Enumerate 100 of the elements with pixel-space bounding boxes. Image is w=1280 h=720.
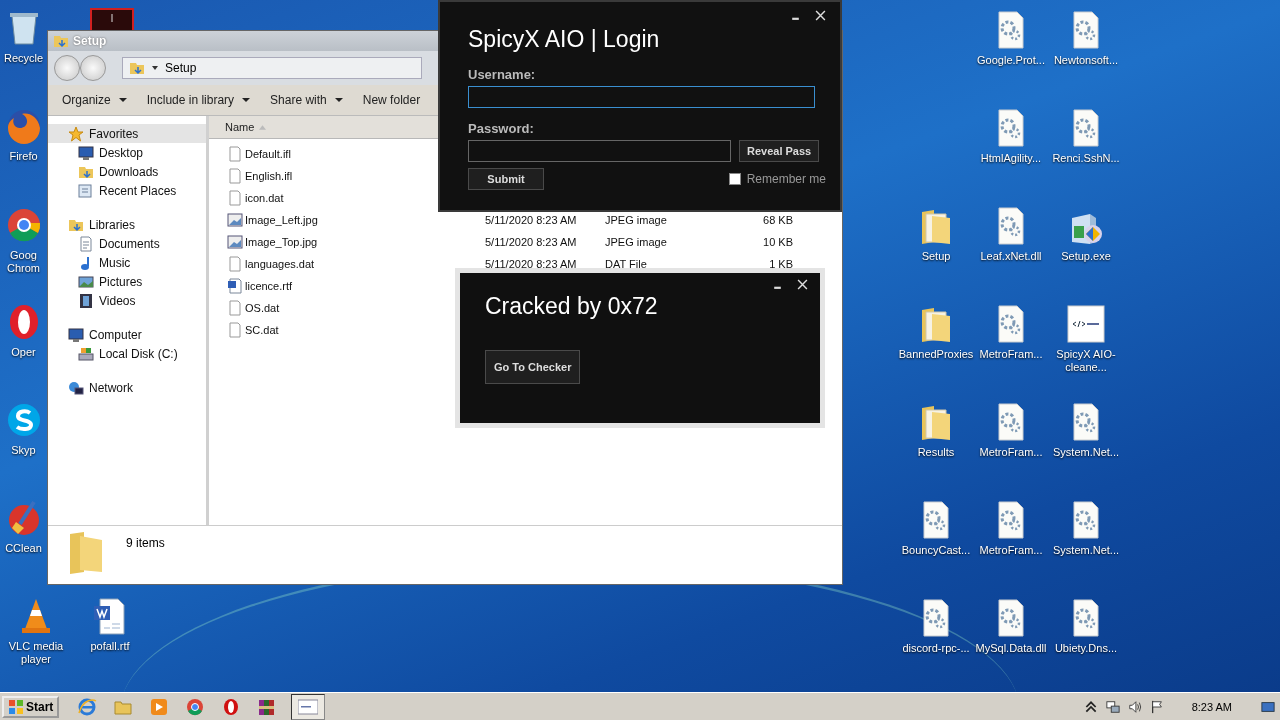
clock[interactable]: 8:23 AM [1191, 701, 1232, 713]
address-bar[interactable]: Setup [122, 57, 422, 79]
file-item[interactable]: Image_Top.jpg [227, 234, 318, 250]
field-label: Username: [468, 67, 537, 82]
file-item[interactable]: Default.ifl [227, 146, 291, 162]
network-icon[interactable] [1105, 700, 1120, 714]
folder-icon [129, 60, 145, 76]
icon-label[interactable]: Goog Chrom [0, 249, 47, 275]
column-header[interactable]: Name [225, 121, 267, 133]
table-cell-text: 10 KB [762, 236, 793, 248]
blank-file-icon [227, 322, 243, 338]
checker-button[interactable]: Go To Checker [485, 350, 581, 384]
icon-label[interactable]: MetroFram... [979, 544, 1043, 557]
icon-label[interactable]: pofall.rtf [90, 640, 130, 653]
field-label: Password: [468, 121, 535, 136]
icon-label[interactable]: Setup [921, 250, 951, 263]
icon-label[interactable]: BannedProxies [898, 348, 974, 361]
table-cell-text: JPEG image [605, 214, 668, 226]
nav-item[interactable]: Local Disk (C:) [48, 344, 206, 363]
file-item[interactable]: icon.dat [227, 190, 284, 206]
folder-icon [53, 33, 69, 49]
icon-label[interactable]: System.Net... [1053, 446, 1119, 459]
icon-label[interactable]: SpicyX AIO-cleane... [1047, 348, 1125, 374]
window-thumbnail[interactable] [298, 697, 319, 717]
nav-item[interactable]: Network [48, 378, 206, 397]
icon-label[interactable]: MetroFram... [979, 446, 1043, 459]
picture-frame-icon [78, 273, 94, 290]
submit-button[interactable]: Submit [468, 168, 544, 190]
table-cell-text: 5/11/2020 8:23 AM [485, 236, 578, 248]
nav-item[interactable]: Desktop [48, 143, 206, 162]
nav-item[interactable]: Recent Places [48, 181, 206, 200]
icon-label[interactable]: MySql.Data.dll [975, 642, 1047, 655]
file-item[interactable]: OS.dat [227, 300, 280, 316]
nav-item[interactable]: Favorites [48, 124, 206, 143]
icon-label[interactable]: Setup.exe [1061, 250, 1111, 263]
toolbar-button[interactable]: Include in library [138, 90, 259, 110]
status-text: 9 items [126, 536, 165, 550]
toolbar-button[interactable]: Share with [262, 90, 351, 110]
close-icon[interactable] [797, 279, 808, 290]
table-cell-text: 68 KB [762, 214, 793, 226]
start-button[interactable]: Start [2, 696, 60, 718]
icon-label[interactable]: Firefo [9, 150, 38, 163]
flag-icon[interactable] [1149, 700, 1164, 714]
icon-label[interactable]: Ubiety.Dns... [1054, 642, 1118, 655]
icon-label[interactable]: Renci.SshN... [1052, 152, 1120, 165]
image-file-icon [227, 212, 243, 228]
icon-label[interactable]: Oper [11, 346, 36, 359]
film-icon [78, 292, 94, 309]
speaker-icon[interactable] [1127, 700, 1142, 714]
nav-item[interactable]: Pictures [48, 272, 206, 291]
app-icon[interactable] [90, 8, 134, 30]
nav-item[interactable]: Computer [48, 325, 206, 344]
file-item[interactable]: English.ifl [227, 168, 293, 184]
icon-label[interactable]: Newtonsoft... [1053, 54, 1119, 67]
password-field[interactable] [468, 140, 731, 162]
checkbox[interactable] [728, 173, 741, 185]
window-title: Setup [73, 34, 107, 48]
icon-label[interactable]: Leaf.xNet.dll [980, 250, 1042, 263]
file-item[interactable]: languages.dat [227, 256, 315, 272]
close-icon[interactable] [815, 10, 826, 21]
nav-item[interactable]: Libraries [48, 215, 206, 234]
icon-label[interactable]: BouncyCast... [901, 544, 971, 557]
network-icon [68, 379, 84, 396]
monitor-icon [78, 144, 94, 161]
icon-label[interactable]: MetroFram... [979, 348, 1043, 361]
icon-label[interactable]: System.Net... [1053, 544, 1119, 557]
reveal-button[interactable]: Reveal Pass [739, 140, 820, 162]
icon-label[interactable]: Recycle [3, 52, 44, 65]
toolbar-button[interactable]: New folder [354, 90, 429, 110]
icon-label[interactable]: VLC media player [0, 640, 72, 666]
document-icon [227, 278, 243, 294]
e-browser-icon[interactable] [77, 697, 98, 717]
file-item[interactable]: licence.rtf [227, 278, 293, 294]
app-logo-icon [1066, 304, 1106, 344]
nav-item[interactable]: Music [48, 253, 206, 272]
icon-label[interactable]: HtmlAgility... [980, 152, 1042, 165]
table-cell-text: JPEG image [605, 236, 668, 248]
sort-icon [259, 124, 267, 130]
checkbox-label[interactable]: Remember me [746, 172, 826, 186]
document-icon [78, 235, 94, 252]
browser-icon[interactable] [185, 697, 206, 717]
monitor-icon [68, 326, 84, 343]
nav-item[interactable]: Downloads [48, 162, 206, 181]
star-icon [68, 125, 84, 142]
file-item[interactable]: Image_Left.jpg [227, 212, 318, 228]
nav-item[interactable]: Documents [48, 234, 206, 253]
blank-file-icon [227, 146, 243, 162]
username-field[interactable] [468, 86, 815, 108]
toolbar-button[interactable]: Organize [54, 90, 135, 110]
file-item[interactable]: SC.dat [227, 322, 279, 338]
image-file-icon [227, 234, 243, 250]
icon-label[interactable]: discord-rpc-... [902, 642, 970, 655]
chevron-up-icon[interactable] [1083, 700, 1098, 714]
table-cell-text: 1 KB [768, 258, 793, 270]
show-desktop-button[interactable] [1260, 700, 1276, 714]
icon-label[interactable]: Results [917, 446, 955, 459]
icon-label[interactable]: Google.Prot... [977, 54, 1045, 67]
icon-label[interactable]: CClean [5, 542, 42, 555]
icon-label[interactable]: Skyp [11, 444, 36, 457]
nav-item[interactable]: Videos [48, 291, 206, 310]
